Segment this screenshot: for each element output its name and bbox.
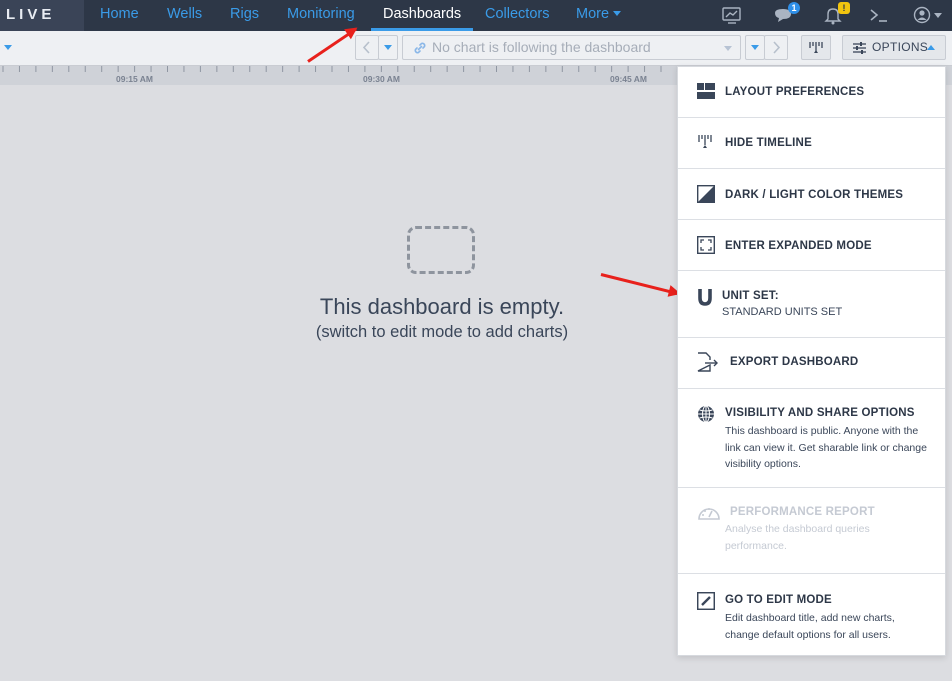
chevron-left-icon xyxy=(362,41,370,54)
menu-hide-timeline[interactable]: HIDE TIMELINE xyxy=(678,118,945,169)
menu-visibility-share[interactable]: VISIBILITY AND SHARE OPTIONS This dashbo… xyxy=(678,389,945,488)
chevron-down-icon xyxy=(613,11,622,16)
annotation-arrow-unit-set xyxy=(600,273,679,296)
visibility-description: This dashboard is public. Anyone with th… xyxy=(725,425,927,470)
next-dropdown-button[interactable] xyxy=(745,35,765,60)
performance-description: Analyse the dashboard queries performanc… xyxy=(725,523,870,552)
prev-dropdown-button[interactable] xyxy=(378,35,398,60)
empty-state-title: This dashboard is empty. xyxy=(319,294,565,319)
dashboard-toolbar: No chart is following the dashboard OPTI… xyxy=(0,31,952,66)
menu-color-themes[interactable]: DARK / LIGHT COLOR THEMES xyxy=(678,169,945,220)
notification-badge: 1 xyxy=(788,2,800,14)
nav-collectors[interactable]: Collectors xyxy=(485,0,549,31)
nav-rigs[interactable]: Rigs xyxy=(230,0,259,31)
menu-layout-preferences[interactable]: LAYOUT PREFERENCES xyxy=(678,67,945,118)
menu-expanded-mode[interactable]: ENTER EXPANDED MODE xyxy=(678,220,945,271)
bell-icon[interactable]: ! xyxy=(822,2,850,26)
timeline-icon xyxy=(809,42,823,53)
link-icon xyxy=(414,42,426,54)
menu-label: ENTER EXPANDED MODE xyxy=(725,240,872,252)
menu-label: HIDE TIMELINE xyxy=(725,137,812,149)
menu-performance-report: PERFORMANCE REPORT Analyse the dashboard… xyxy=(678,488,945,574)
nav-wells[interactable]: Wells xyxy=(167,0,202,31)
timeline-tick-label: 09:30 AM xyxy=(363,74,401,84)
nav-more-label: More xyxy=(576,6,610,22)
chevron-down-icon xyxy=(724,46,732,51)
dashboard-select-chevron-icon[interactable] xyxy=(4,45,12,50)
terminal-icon[interactable] xyxy=(868,4,890,26)
follow-chart-placeholder: No chart is following the dashboard xyxy=(432,39,651,55)
layout-icon xyxy=(697,83,715,99)
user-menu[interactable] xyxy=(912,4,946,26)
timeline-tick-label: 09:45 AM xyxy=(610,74,648,84)
menu-label: DARK / LIGHT COLOR THEMES xyxy=(725,189,904,201)
follow-chart-select[interactable]: No chart is following the dashboard xyxy=(402,35,741,60)
menu-edit-mode[interactable]: GO TO EDIT MODE Edit dashboard title, ad… xyxy=(678,574,945,657)
prev-button[interactable] xyxy=(355,35,379,60)
visibility-title: VISIBILITY AND SHARE OPTIONS xyxy=(725,407,915,419)
menu-label: LAYOUT PREFERENCES xyxy=(725,86,865,98)
chevron-up-icon xyxy=(927,45,935,50)
magnet-icon xyxy=(698,289,712,306)
nav-dashboards[interactable]: Dashboards xyxy=(371,0,474,31)
next-button[interactable] xyxy=(764,35,788,60)
globe-icon xyxy=(698,405,714,423)
chevron-right-icon xyxy=(773,41,781,54)
unit-set-value: STANDARD UNITS SET xyxy=(722,306,843,318)
app-logo[interactable]: LIVE xyxy=(0,0,84,31)
options-label: OPTIONS xyxy=(872,40,929,54)
user-icon xyxy=(913,6,931,24)
timeline-icon xyxy=(698,135,712,148)
chat-icon[interactable]: 1 xyxy=(772,2,800,26)
options-button[interactable]: OPTIONS xyxy=(842,35,946,60)
empty-state-subtitle: (switch to edit mode to add charts) xyxy=(315,323,569,341)
alert-badge: ! xyxy=(838,2,850,14)
chevron-down-icon xyxy=(384,45,392,50)
menu-unit-set[interactable]: UNIT SET: STANDARD UNITS SET xyxy=(678,271,945,338)
unit-set-title: UNIT SET: xyxy=(722,290,779,302)
nav-home[interactable]: Home xyxy=(100,0,139,31)
export-icon xyxy=(697,352,718,372)
chevron-down-icon xyxy=(934,13,942,18)
menu-label: EXPORT DASHBOARD xyxy=(730,356,859,368)
contrast-icon xyxy=(697,185,715,203)
nav-monitoring[interactable]: Monitoring xyxy=(287,0,355,31)
empty-dashboard-icon xyxy=(407,226,475,274)
edit-mode-description: Edit dashboard title, add new charts, ch… xyxy=(725,612,895,641)
monitor-chart-icon[interactable] xyxy=(721,4,743,26)
timeline-tick-label: 09:15 AM xyxy=(116,74,154,84)
timeline-toggle-button[interactable] xyxy=(801,35,831,60)
chevron-down-icon xyxy=(751,45,759,50)
menu-export-dashboard[interactable]: EXPORT DASHBOARD xyxy=(678,338,945,389)
gauge-icon xyxy=(698,508,720,520)
top-navigation: LIVE Home Wells Rigs Monitoring Dashboar… xyxy=(0,0,952,31)
sliders-icon xyxy=(853,42,866,54)
nav-more[interactable]: More xyxy=(576,0,622,31)
edit-mode-title: GO TO EDIT MODE xyxy=(725,594,832,606)
options-dropdown: LAYOUT PREFERENCES HIDE TIMELINE DARK / … xyxy=(677,66,946,656)
edit-icon xyxy=(697,592,715,610)
expand-icon xyxy=(697,236,715,254)
performance-title: PERFORMANCE REPORT xyxy=(730,506,875,518)
